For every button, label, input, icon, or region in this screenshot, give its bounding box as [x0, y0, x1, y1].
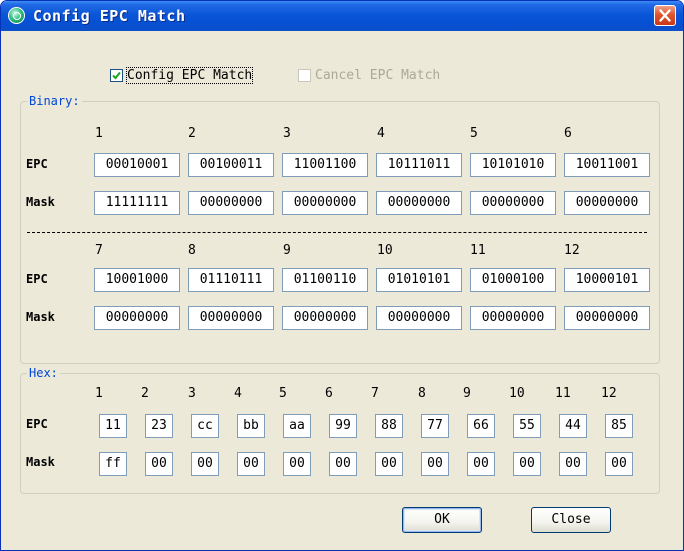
binary-col-9: 9 — [283, 243, 291, 258]
binary-epc-field-8[interactable]: 01110111 — [188, 268, 274, 292]
binary-epc-field-4[interactable]: 10111011 — [376, 153, 462, 177]
binary-col-3: 3 — [283, 126, 291, 141]
binary-mask-label-top: Mask — [26, 195, 55, 209]
binary-col-4: 4 — [377, 126, 385, 141]
hex-mask-field-2[interactable]: 00 — [145, 452, 173, 476]
binary-epc-field-3[interactable]: 11001100 — [282, 153, 368, 177]
ok-button[interactable]: OK — [402, 507, 482, 533]
hex-epc-field-1[interactable]: 11 — [99, 414, 127, 438]
hex-mask-field-11[interactable]: 00 — [559, 452, 587, 476]
binary-col-2: 2 — [188, 126, 196, 141]
hex-col-12: 12 — [601, 386, 617, 401]
hex-mask-field-10[interactable]: 00 — [513, 452, 541, 476]
cancel-epc-match-label: Cancel EPC Match — [315, 68, 441, 83]
config-checkbox-box[interactable] — [110, 69, 123, 82]
config-epc-match-checkbox[interactable]: Config EPC Match — [110, 67, 254, 84]
hex-col-6: 6 — [325, 386, 333, 401]
binary-epc-field-9[interactable]: 01100110 — [282, 268, 368, 292]
binary-separator — [27, 232, 647, 233]
binary-col-12: 12 — [564, 243, 580, 258]
hex-col-3: 3 — [188, 386, 196, 401]
window-title: Config EPC Match — [33, 7, 186, 25]
hex-mask-field-12[interactable]: 00 — [605, 452, 633, 476]
hex-epc-field-12[interactable]: 85 — [605, 414, 633, 438]
hex-epc-field-11[interactable]: 44 — [559, 414, 587, 438]
hex-col-5: 5 — [279, 386, 287, 401]
hex-group: Hex: 1 2 3 4 5 6 7 8 9 10 11 12 EPC 11 2… — [20, 366, 660, 494]
hex-group-title: Hex: — [27, 366, 60, 380]
binary-mask-field-10[interactable]: 00000000 — [376, 306, 462, 330]
dialog-body: Config EPC Match Cancel EPC Match Binary… — [4, 31, 680, 548]
close-icon — [659, 9, 671, 22]
binary-epc-field-5[interactable]: 10101010 — [470, 153, 556, 177]
hex-mask-field-5[interactable]: 00 — [283, 452, 311, 476]
binary-mask-field-6[interactable]: 00000000 — [564, 191, 650, 215]
binary-col-1: 1 — [95, 126, 103, 141]
app-icon — [8, 7, 25, 24]
hex-epc-field-7[interactable]: 88 — [375, 414, 403, 438]
hex-col-7: 7 — [371, 386, 379, 401]
hex-mask-field-8[interactable]: 00 — [421, 452, 449, 476]
checkmark-icon — [112, 71, 121, 80]
binary-col-10: 10 — [377, 243, 393, 258]
binary-epc-field-7[interactable]: 10001000 — [94, 268, 180, 292]
close-window-button[interactable] — [654, 5, 676, 26]
close-button[interactable]: Close — [531, 507, 611, 533]
binary-group-title: Binary: — [27, 94, 82, 108]
binary-epc-field-1[interactable]: 00010001 — [94, 153, 180, 177]
hex-mask-field-3[interactable]: 00 — [191, 452, 219, 476]
hex-mask-field-9[interactable]: 00 — [467, 452, 495, 476]
binary-col-11: 11 — [470, 243, 486, 258]
hex-epc-field-10[interactable]: 55 — [513, 414, 541, 438]
binary-col-6: 6 — [564, 126, 572, 141]
binary-mask-field-2[interactable]: 00000000 — [188, 191, 274, 215]
hex-col-8: 8 — [418, 386, 426, 401]
binary-group: Binary: 1 2 3 4 5 6 EPC 00010001 0010001… — [20, 94, 660, 364]
binary-mask-field-8[interactable]: 00000000 — [188, 306, 274, 330]
binary-epc-field-2[interactable]: 00100011 — [188, 153, 274, 177]
hex-col-2: 2 — [141, 386, 149, 401]
binary-mask-field-7[interactable]: 00000000 — [94, 306, 180, 330]
hex-col-10: 10 — [509, 386, 525, 401]
binary-mask-field-1[interactable]: 11111111 — [94, 191, 180, 215]
binary-mask-field-12[interactable]: 00000000 — [564, 306, 650, 330]
binary-epc-field-6[interactable]: 10011001 — [564, 153, 650, 177]
hex-epc-field-5[interactable]: aa — [283, 414, 311, 438]
hex-mask-field-1[interactable]: ff — [99, 452, 127, 476]
binary-mask-field-4[interactable]: 00000000 — [376, 191, 462, 215]
binary-epc-label-top: EPC — [26, 157, 48, 171]
hex-epc-field-9[interactable]: 66 — [467, 414, 495, 438]
hex-col-4: 4 — [234, 386, 242, 401]
hex-epc-field-6[interactable]: 99 — [329, 414, 357, 438]
hex-mask-field-4[interactable]: 00 — [237, 452, 265, 476]
binary-epc-field-11[interactable]: 01000100 — [470, 268, 556, 292]
hex-col-9: 9 — [463, 386, 471, 401]
hex-mask-field-7[interactable]: 00 — [375, 452, 403, 476]
binary-mask-field-11[interactable]: 00000000 — [470, 306, 556, 330]
hex-mask-field-6[interactable]: 00 — [329, 452, 357, 476]
title-bar[interactable]: Config EPC Match — [1, 1, 683, 31]
binary-mask-field-3[interactable]: 00000000 — [282, 191, 368, 215]
binary-epc-field-12[interactable]: 10000101 — [564, 268, 650, 292]
binary-epc-field-10[interactable]: 01010101 — [376, 268, 462, 292]
binary-mask-label-bottom: Mask — [26, 310, 55, 324]
hex-col-11: 11 — [555, 386, 571, 401]
hex-epc-label: EPC — [26, 417, 48, 431]
config-epc-match-dialog: Config EPC Match Config EPC Match Cancel… — [0, 0, 684, 551]
cancel-epc-match-checkbox[interactable]: Cancel EPC Match — [298, 68, 440, 83]
cancel-checkbox-box[interactable] — [298, 69, 311, 82]
config-epc-match-label: Config EPC Match — [125, 67, 254, 84]
hex-col-1: 1 — [95, 386, 103, 401]
hex-epc-field-2[interactable]: 23 — [145, 414, 173, 438]
binary-mask-field-5[interactable]: 00000000 — [470, 191, 556, 215]
hex-mask-label: Mask — [26, 455, 55, 469]
binary-col-7: 7 — [95, 243, 103, 258]
hex-epc-field-3[interactable]: cc — [191, 414, 219, 438]
binary-col-5: 5 — [470, 126, 478, 141]
binary-epc-label-bottom: EPC — [26, 272, 48, 286]
hex-epc-field-8[interactable]: 77 — [421, 414, 449, 438]
hex-epc-field-4[interactable]: bb — [237, 414, 265, 438]
binary-col-8: 8 — [188, 243, 196, 258]
binary-mask-field-9[interactable]: 00000000 — [282, 306, 368, 330]
